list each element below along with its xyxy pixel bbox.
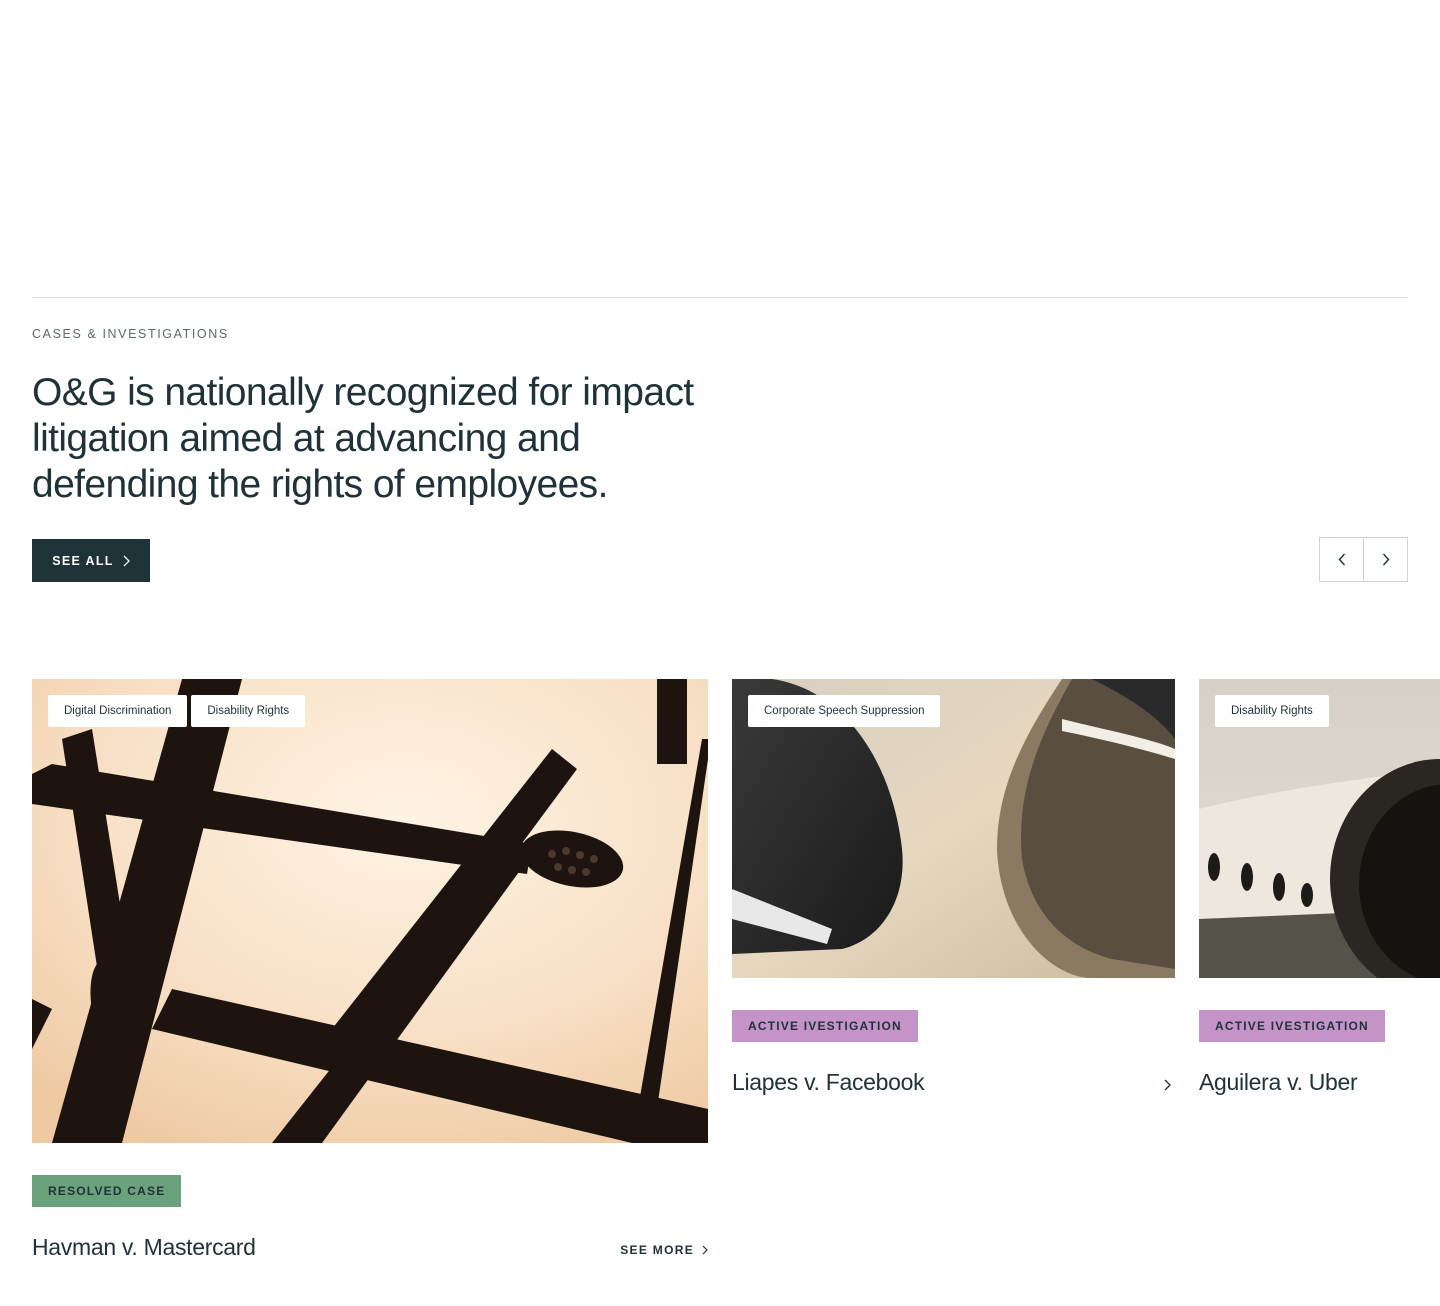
case-image: Digital Discrimination Disability Rights: [32, 679, 708, 1143]
chevron-right-icon[interactable]: [1164, 1079, 1171, 1091]
case-title[interactable]: Aguilera v. Uber: [1199, 1069, 1358, 1096]
case-tags: Corporate Speech Suppression: [748, 695, 941, 727]
case-card[interactable]: Digital Discrimination Disability Rights…: [32, 679, 708, 1279]
chevron-right-icon: [702, 1245, 708, 1255]
see-all-button[interactable]: SEE ALL: [32, 539, 150, 582]
carousel-next-button[interactable]: [1363, 538, 1407, 581]
tag[interactable]: Corporate Speech Suppression: [748, 695, 941, 727]
see-more-link[interactable]: SEE MORE: [620, 1243, 708, 1257]
tag[interactable]: Disability Rights: [1215, 695, 1329, 727]
chevron-right-icon: [123, 555, 130, 566]
status-badge: ACTIVE IVESTIGATION: [732, 1010, 918, 1042]
tag[interactable]: Disability Rights: [191, 695, 306, 727]
status-badge: ACTIVE IVESTIGATION: [1199, 1010, 1385, 1042]
section-divider: [32, 297, 1408, 298]
tag[interactable]: Digital Discrimination: [48, 695, 188, 727]
case-card[interactable]: Disability Rights ACTIVE IVESTIGATION Ag…: [1199, 679, 1440, 1109]
carousel-prev-button[interactable]: [1320, 538, 1363, 581]
chevron-left-icon: [1338, 553, 1345, 566]
see-more-label: SEE MORE: [620, 1243, 694, 1257]
section-headline: O&G is nationally recognized for impact …: [32, 371, 694, 506]
see-all-label: SEE ALL: [52, 553, 114, 568]
case-image: Corporate Speech Suppression: [732, 679, 1175, 978]
carousel-nav: [1319, 537, 1408, 582]
case-tags: Disability Rights: [1215, 695, 1329, 727]
status-badge: RESOLVED CASE: [32, 1175, 182, 1207]
chevron-right-icon: [1382, 553, 1389, 566]
case-title[interactable]: Havman v. Mastercard: [32, 1234, 256, 1261]
case-tags: Digital Discrimination Disability Rights: [48, 695, 306, 727]
section-eyebrow: CASES & INVESTIGATIONS: [32, 327, 229, 341]
case-card[interactable]: Corporate Speech Suppression ACTIVE IVES…: [732, 679, 1175, 1109]
case-title[interactable]: Liapes v. Facebook: [732, 1069, 925, 1096]
case-image: Disability Rights: [1199, 679, 1440, 978]
